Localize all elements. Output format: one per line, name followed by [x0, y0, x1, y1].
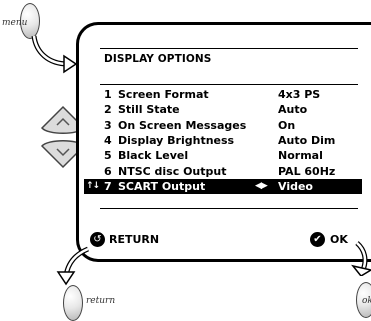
option-value: Normal [278, 149, 323, 163]
option-number: 7 [104, 179, 112, 193]
option-row[interactable]: ↑↓ 7 SCART Output ◀▶ Video [84, 178, 362, 194]
option-value: Auto [278, 103, 308, 117]
ok-remote-label: ok [362, 296, 371, 306]
title-rule [100, 84, 358, 85]
top-rule [100, 48, 358, 49]
option-label: On Screen Messages [118, 118, 247, 132]
option-label: NTSC disc Output [118, 164, 227, 178]
option-number: 3 [104, 118, 112, 132]
option-value: PAL 60Hz [278, 164, 336, 178]
option-number: 6 [104, 164, 112, 178]
option-row[interactable]: 3 On Screen Messages On [84, 118, 362, 133]
option-number: 2 [104, 103, 112, 117]
option-label: Display Brightness [118, 133, 235, 147]
leftright-arrows-icon: ◀▶ [255, 180, 268, 191]
option-label: Black Level [118, 149, 189, 163]
return-remote-label: return [86, 296, 116, 306]
option-number: 4 [104, 133, 112, 147]
menu-curve-arrow-icon [31, 35, 78, 74]
option-value: 4x3 PS [278, 88, 321, 101]
return-curve-arrow-icon [56, 246, 90, 286]
option-value: On [278, 118, 296, 132]
option-value: Auto Dim [278, 133, 336, 147]
option-number: 1 [104, 88, 112, 101]
ok-curve-arrow-icon [351, 241, 371, 276]
option-value: Video [278, 179, 313, 193]
return-arrow-icon: ↺ [90, 232, 105, 247]
option-label: Still State [118, 103, 180, 117]
option-row[interactable]: 6 NTSC disc Output PAL 60Hz [84, 164, 362, 179]
return-label: RETURN [109, 233, 160, 246]
option-label: SCART Output [118, 179, 206, 193]
option-number: 5 [104, 149, 112, 163]
option-label: Screen Format [118, 88, 209, 101]
option-row[interactable]: 2 Still State Auto [84, 102, 362, 117]
checkmark-icon: ✔ [310, 232, 325, 247]
bottom-rule [100, 208, 358, 209]
option-row[interactable]: 4 Display Brightness Auto Dim [84, 133, 362, 148]
page-title: DISPLAY OPTIONS [104, 53, 212, 65]
option-row[interactable]: 5 Black Level Normal [84, 148, 362, 163]
updown-arrows-icon: ↑↓ [86, 180, 100, 191]
menu-label: menu [2, 18, 28, 28]
option-row[interactable]: 1 Screen Format 4x3 PS [84, 87, 362, 102]
